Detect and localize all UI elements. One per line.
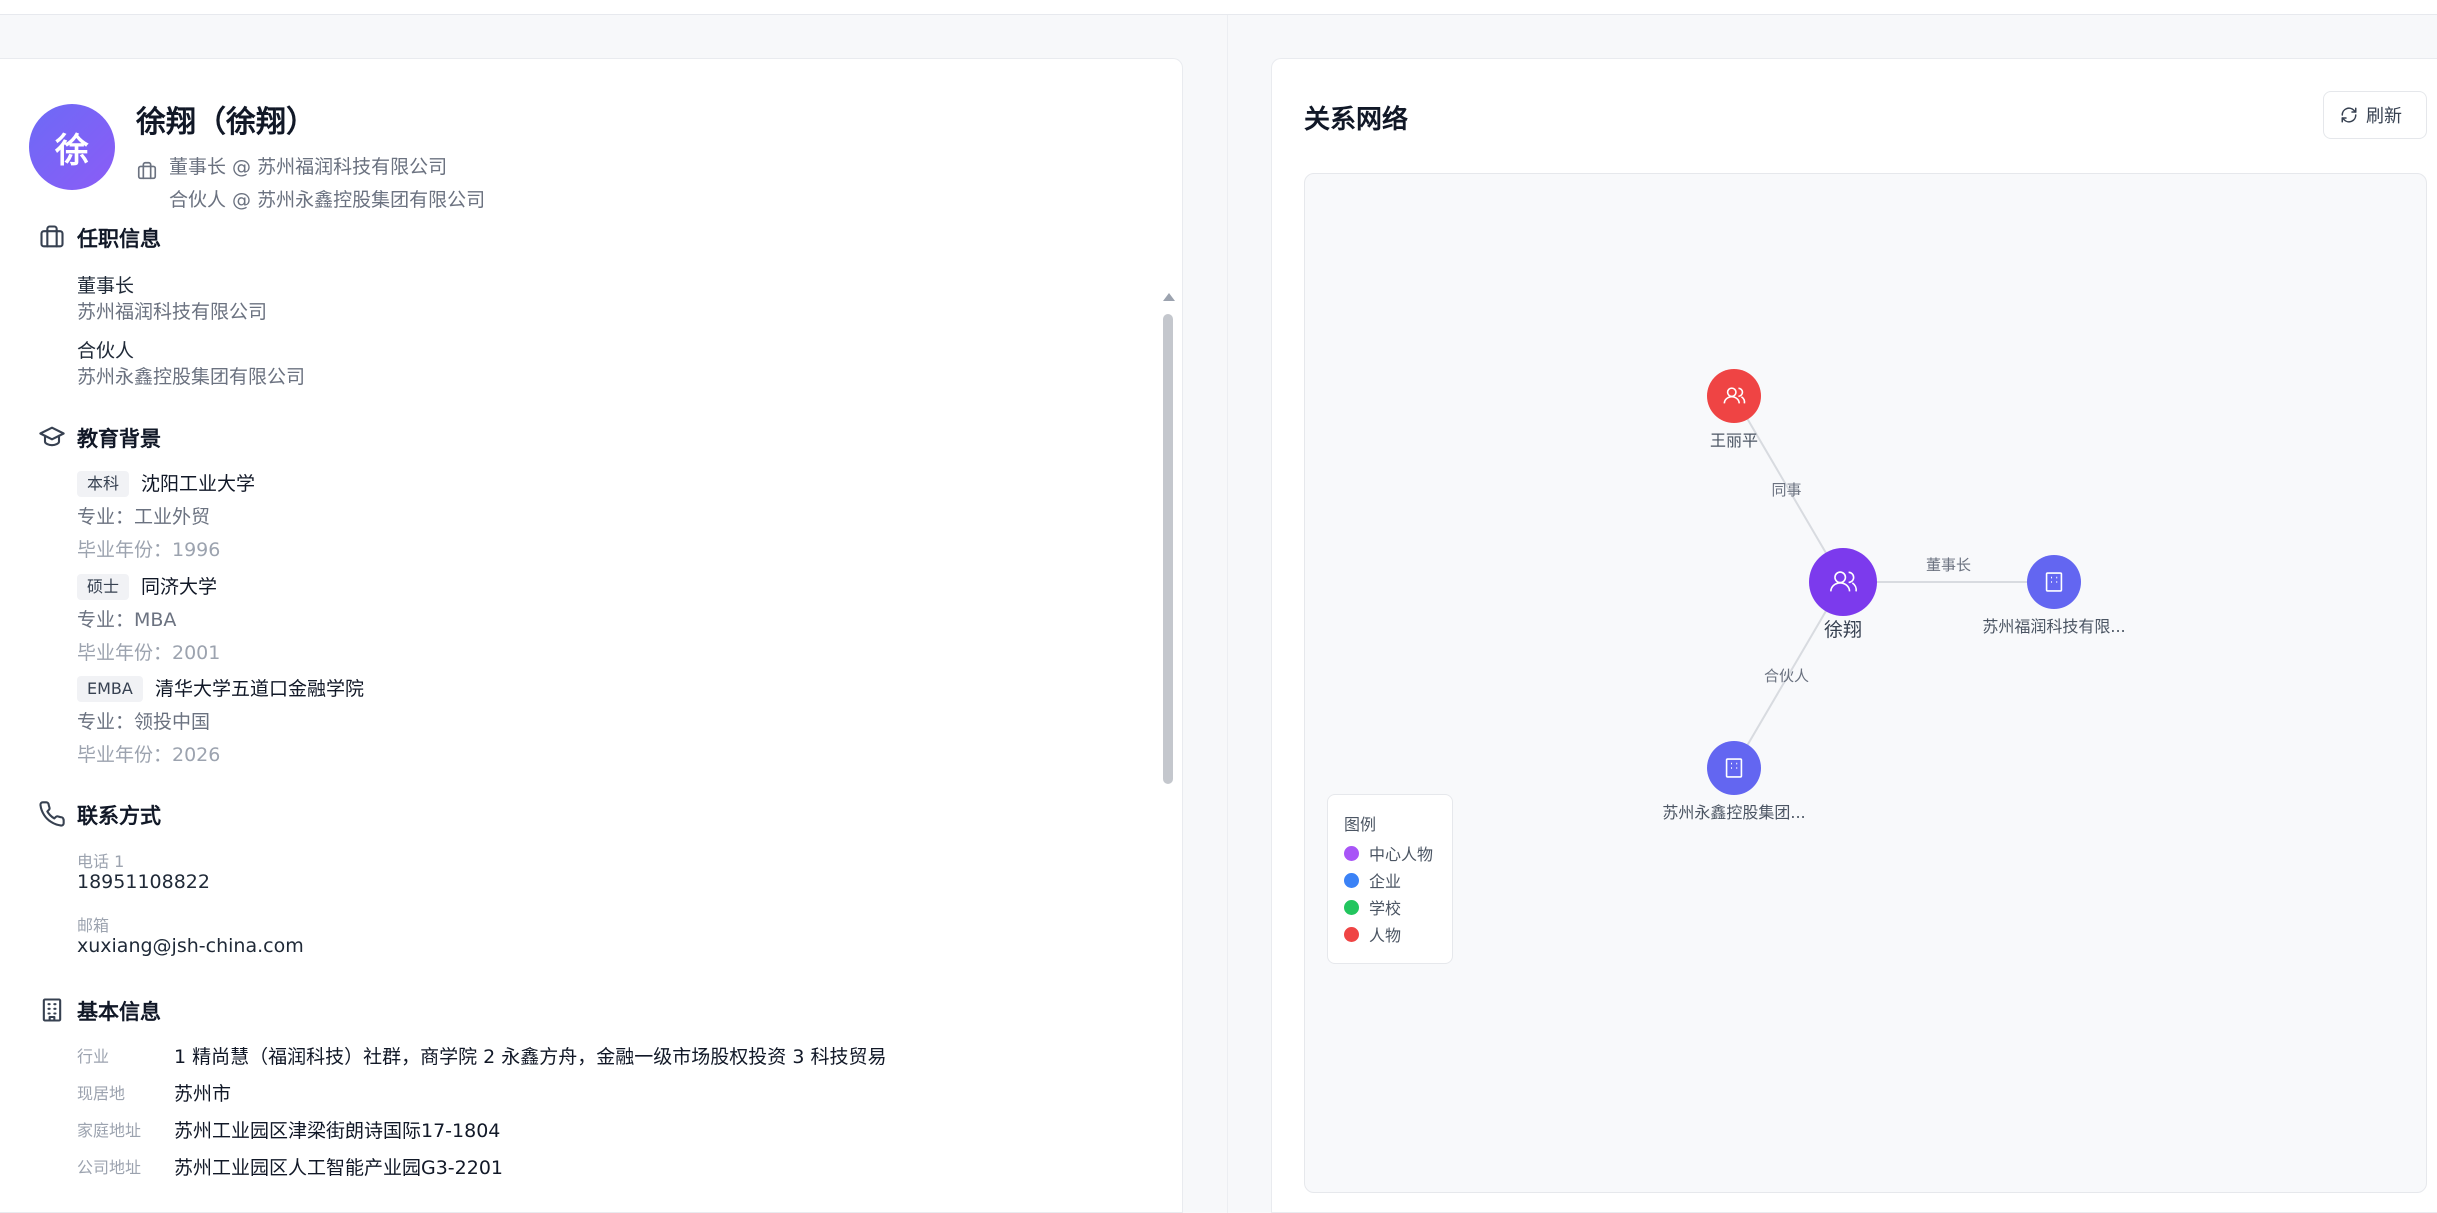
- education-year: 毕业年份：2026: [77, 744, 221, 766]
- refresh-label: 刷新: [2366, 106, 2402, 127]
- section-title-education: 教育背景: [77, 427, 161, 451]
- legend-dot: [1344, 899, 1359, 915]
- education-major: 专业：MBA: [77, 609, 177, 631]
- info-key: 行业: [77, 1047, 110, 1066]
- education-year: 毕业年份：2001: [77, 642, 221, 664]
- school-name: 沈阳工业大学: [141, 473, 256, 495]
- legend-item: 中心人物: [1344, 841, 1433, 865]
- refresh-button[interactable]: 刷新: [2323, 91, 2427, 139]
- degree-badge: EMBA: [77, 676, 143, 702]
- section-title-contact: 联系方式: [77, 804, 161, 828]
- legend-item: 企业: [1344, 868, 1401, 892]
- email-value[interactable]: xuxiang@jsh-china.com: [77, 935, 304, 957]
- graduation-cap-icon: [39, 426, 65, 447]
- scrollbar-thumb[interactable]: [1163, 314, 1173, 784]
- edge-label: 董事长: [1926, 556, 1971, 574]
- info-value: 苏州工业园区津梁街朗诗国际17-1804: [174, 1120, 501, 1142]
- avatar: 徐: [29, 104, 115, 190]
- info-key: 现居地: [77, 1084, 126, 1103]
- phone-icon: [39, 801, 65, 827]
- legend-label: 人物: [1369, 926, 1402, 945]
- degree-badge: 本科: [77, 471, 130, 497]
- legend-item: 人物: [1344, 922, 1401, 946]
- top-bar: [0, 0, 2437, 15]
- school-name: 清华大学五道口金融学院: [155, 678, 365, 700]
- person-name: 徐翔（徐翔）: [136, 105, 316, 140]
- position-line: 董事长 @ 苏州福润科技有限公司: [169, 156, 448, 178]
- building-icon: [42, 998, 62, 1022]
- phone-value[interactable]: 18951108822: [77, 871, 210, 893]
- network-title: 关系网络: [1304, 105, 1409, 135]
- education-year: 毕业年份：1996: [77, 539, 221, 561]
- degree-badge: 硕士: [77, 574, 130, 600]
- legend-dot: [1344, 926, 1359, 942]
- node-circle[interactable]: [1707, 741, 1761, 795]
- legend-dot: [1344, 872, 1359, 888]
- legend-label: 中心人物: [1369, 845, 1434, 864]
- network-card: 关系网络 刷新 同事董事长合伙人 徐翔 王丽平苏州福润科技有限... 苏州永鑫控股集团…: [1271, 58, 2437, 1213]
- network-node-yongxin[interactable]: 苏州永鑫控股集团...: [1662, 741, 1806, 822]
- info-key: 公司地址: [77, 1158, 142, 1177]
- position-line: 合伙人 @ 苏州永鑫控股集团有限公司: [169, 189, 486, 211]
- school-name: 同济大学: [141, 576, 218, 598]
- refresh-icon: [2341, 107, 2357, 123]
- graph-canvas[interactable]: 同事董事长合伙人 徐翔 王丽平苏州福润科技有限... 苏州永鑫控股集团...: [1305, 174, 2426, 1192]
- legend-title: 图例: [1344, 815, 1377, 834]
- employment-role: 合伙人: [77, 340, 135, 362]
- info-value: 苏州市: [174, 1083, 232, 1105]
- edge-label: 合伙人: [1764, 667, 1809, 685]
- network-node-furun[interactable]: 苏州福润科技有限...: [1982, 555, 2126, 636]
- employment-company: 苏州福润科技有限公司: [77, 301, 268, 323]
- education-major: 专业：领投中国: [77, 711, 211, 733]
- legend-label: 学校: [1369, 899, 1402, 918]
- section-title-employment: 任职信息: [77, 227, 161, 251]
- profile-card: 徐 徐翔（徐翔） 董事长 @ 苏州福润科技有限公司 合伙人 @ 苏州永鑫控股集团…: [0, 58, 1183, 1213]
- email-label: 邮箱: [77, 916, 110, 935]
- info-value: 苏州工业园区人工智能产业园G3-2201: [174, 1157, 504, 1179]
- legend-label: 企业: [1369, 872, 1402, 891]
- section-title-basic: 基本信息: [77, 1000, 161, 1024]
- scrollbar[interactable]: [1161, 289, 1175, 1212]
- phone-label: 电话 1: [77, 852, 125, 871]
- education-major: 专业：工业外贸: [77, 506, 211, 528]
- employment-role: 董事长: [77, 275, 135, 297]
- edge-label: 同事: [1771, 481, 1801, 499]
- node-label: 王丽平: [1710, 431, 1758, 450]
- employment-company: 苏州永鑫控股集团有限公司: [77, 366, 306, 388]
- briefcase-icon: [40, 225, 64, 248]
- legend-item: 学校: [1344, 895, 1401, 919]
- node-label: 苏州福润科技有限...: [1982, 617, 2125, 636]
- info-key: 家庭地址: [77, 1121, 142, 1140]
- panel-divider: [1227, 15, 1228, 1213]
- network-node-wanglp[interactable]: 王丽平: [1707, 369, 1761, 450]
- node-label: 苏州永鑫控股集团...: [1662, 803, 1805, 822]
- briefcase-icon: [137, 161, 157, 180]
- node-label: 徐翔: [1824, 619, 1862, 641]
- network-node-center[interactable]: 徐翔: [1809, 548, 1877, 641]
- info-value: 1 精尚慧（福润科技）社群，商学院 2 永鑫方舟，金融一级市场股权投资 3 科技…: [174, 1046, 887, 1068]
- node-circle[interactable]: [2027, 555, 2081, 609]
- scroll-up-arrow-icon[interactable]: [1163, 293, 1175, 301]
- legend: 图例 中心人物 企业 学校 人物: [1327, 794, 1453, 964]
- network-graph[interactable]: 同事董事长合伙人 徐翔 王丽平苏州福润科技有限... 苏州永鑫控股集团... 图例 中…: [1304, 173, 2427, 1193]
- legend-dot: [1344, 845, 1359, 861]
